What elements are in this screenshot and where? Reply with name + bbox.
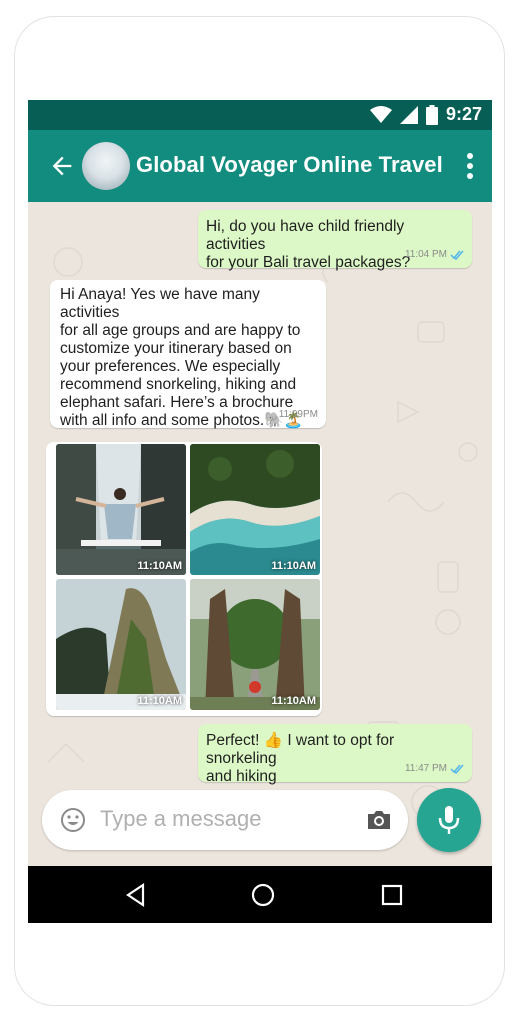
message-input[interactable]: Type a message [42,790,408,850]
message-bubble-outgoing-2[interactable]: Perfect! 👍 I want to opt for snorkeling … [198,724,472,785]
photo-time: 11:10AM [271,560,316,572]
cliff-image [56,579,186,710]
photo-beach-aerial[interactable]: 11:10AM [190,444,320,575]
phone-screen: 9:27 Global Voyager Online Travel Hi, do… [28,100,492,923]
photo-temple-gate[interactable]: 11:10AM [190,579,320,710]
temple-gate-image [190,579,320,710]
nav-home-icon[interactable] [250,882,276,908]
composer-bar: Type a message [28,788,492,860]
beach-image [190,444,320,575]
photo-grid-message: 11:10AM 11:10AM 11:10AM 11:10AM [46,442,322,716]
battery-icon [425,104,438,125]
message-time: 11:04 PM [404,249,447,260]
message-meta: 11:09PM [279,406,318,424]
message-bubble-incoming-1[interactable]: Hi Anaya! Yes we have many activities fo… [50,280,326,429]
status-time: 9:27 [445,104,482,124]
camera-icon[interactable] [366,808,392,832]
message-bubble-outgoing-1[interactable]: Hi, do you have child friendly activitie… [198,210,472,271]
back-arrow-icon[interactable] [48,152,76,180]
photo-time: 11:10AM [137,560,182,572]
mic-button[interactable] [417,788,481,852]
double-check-icon [450,250,464,260]
android-nav-bar [28,866,492,923]
signal-icon [399,105,418,124]
photo-waterfall[interactable]: 11:10AM [56,444,186,575]
double-check-icon [450,764,464,774]
message-meta: 11:04 PM [405,246,464,264]
waterfall-image [56,444,186,575]
message-time: 11:47 PM [404,763,447,774]
emoji-icon[interactable] [60,807,86,833]
nav-recents-icon[interactable] [379,882,405,908]
chat-app-bar: Global Voyager Online Travel [28,130,492,202]
input-placeholder: Type a message [100,806,262,831]
wifi-icon [369,105,392,123]
nav-back-icon[interactable] [123,882,149,908]
photo-time: 11:10AM [271,695,316,707]
contact-avatar[interactable] [82,142,130,190]
chat-area: Hi, do you have child friendly activitie… [28,202,492,864]
status-bar: 9:27 [28,100,492,130]
chat-title[interactable]: Global Voyager Online Travel [136,152,443,178]
mic-icon [438,806,460,834]
photo-cliff[interactable]: 11:10AM [56,579,186,710]
message-time: 11:09PM [278,409,318,420]
more-vert-icon[interactable] [460,150,480,182]
photo-time: 11:10AM [137,695,182,707]
message-meta: 11:47 PM [405,760,464,778]
